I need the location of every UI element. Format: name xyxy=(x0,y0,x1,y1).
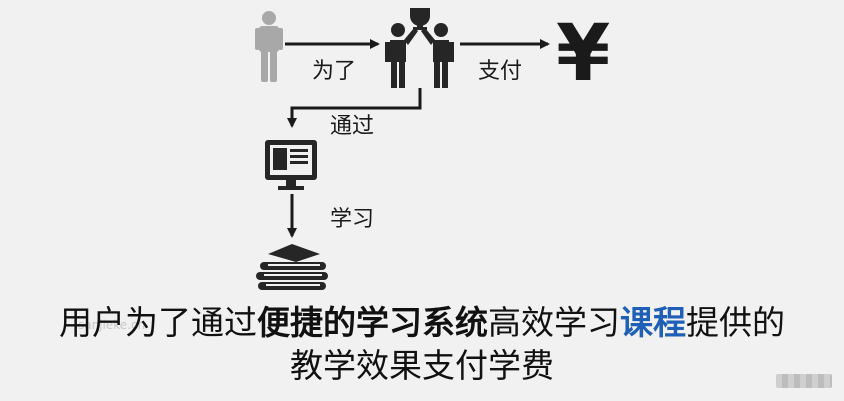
label-through: 通过 xyxy=(330,114,374,139)
label-for: 为了 xyxy=(312,59,356,84)
caption-line-1: 用户为了通过便捷的学习系统高效学习课程提供的 xyxy=(0,303,844,343)
caption-part-2: 高效学习 xyxy=(488,303,620,342)
blurred-region xyxy=(776,374,832,388)
user-icon xyxy=(255,11,283,82)
book-stack-icon xyxy=(256,244,328,290)
caption-bold-phrase: 便捷的学习系统 xyxy=(257,303,488,342)
caption-line-2: 教学效果支付学费 xyxy=(290,346,554,385)
flow-diagram: 为了 支付 ¥ 通过 学习 xyxy=(255,8,610,290)
caption-part-1: 用户为了通过 xyxy=(59,303,257,342)
caption-highlight-course: 课程 xyxy=(620,303,686,342)
caption-part-3: 提供的 xyxy=(686,303,785,342)
teamwork-trophy-icon xyxy=(385,8,454,88)
computer-monitor-icon xyxy=(265,140,317,190)
label-learn: 学习 xyxy=(330,207,374,232)
label-pay: 支付 xyxy=(478,59,522,84)
yen-icon: ¥ xyxy=(556,9,610,99)
